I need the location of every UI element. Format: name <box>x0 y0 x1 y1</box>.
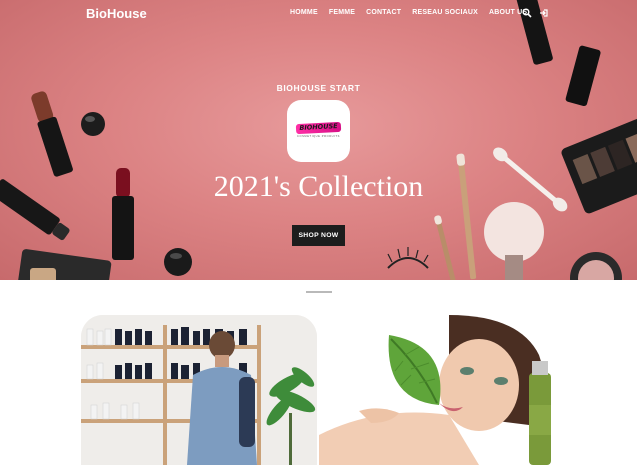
sign-in-icon[interactable] <box>539 8 549 18</box>
hero-banner: BioHouse HOMME FEMME CONTACT RESEAU SOCI… <box>0 0 637 280</box>
top-navbar: BioHouse HOMME FEMME CONTACT RESEAU SOCI… <box>0 0 637 28</box>
nav-links: HOMME FEMME CONTACT RESEAU SOCIAUX ABOUT… <box>290 9 538 16</box>
hero-title: 2021's Collection <box>213 170 424 203</box>
search-icon[interactable] <box>522 8 532 18</box>
store-photo <box>81 315 317 465</box>
hero-subtitle: BIOHOUSE START <box>276 83 361 93</box>
brand-logo-link[interactable]: BioHouse <box>86 6 147 21</box>
biohouse-logo: BIOHOUSE COSMETIQUE PRODUITS <box>287 100 350 162</box>
nav-link-homme[interactable]: HOMME <box>290 9 318 16</box>
nav-link-contact[interactable]: CONTACT <box>366 9 401 16</box>
logo-tagline: COSMETIQUE PRODUITS <box>297 135 340 138</box>
store-photo-card[interactable] <box>81 315 317 465</box>
shop-now-button[interactable]: SHOP NOW <box>292 225 345 246</box>
nav-link-reseau-sociaux[interactable]: RESEAU SOCIAUX <box>412 9 478 16</box>
nav-link-femme[interactable]: FEMME <box>329 9 355 16</box>
section-divider <box>306 291 332 293</box>
skincare-photo <box>319 315 557 465</box>
skincare-photo-card[interactable] <box>319 315 557 465</box>
